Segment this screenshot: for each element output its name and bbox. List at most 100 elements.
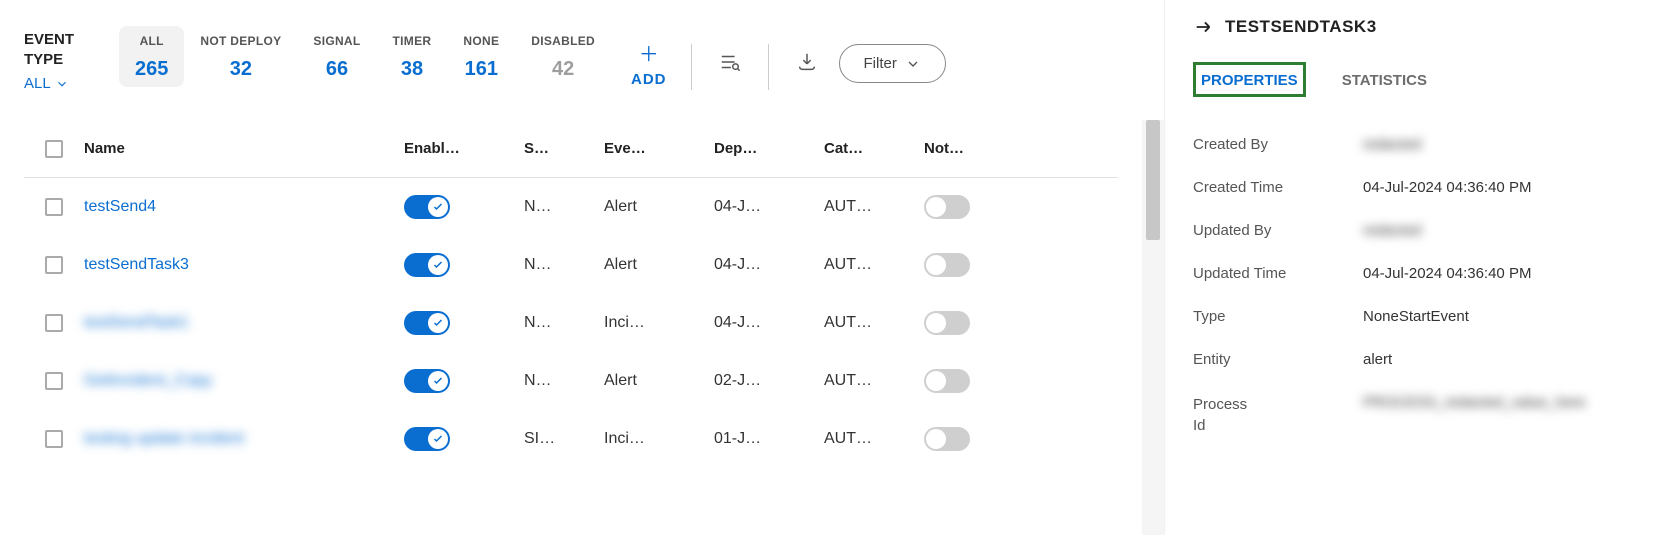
- counter-timer[interactable]: TIMER 38: [377, 26, 448, 87]
- filter-button[interactable]: Filter: [839, 44, 946, 83]
- details-title-row: TESTSENDTASK3: [1193, 16, 1643, 38]
- row-cat: AUT…: [824, 430, 924, 448]
- row-event: Alert: [604, 198, 714, 216]
- top-bar: EVENT TYPE ALL ALL 265 NOT DEPLOY 32 SIGNAL6…: [0, 0, 1164, 120]
- row-cat: AUT…: [824, 256, 924, 274]
- search-settings-icon[interactable]: [716, 48, 744, 76]
- tab-properties[interactable]: PROPERTIES: [1193, 62, 1306, 97]
- property-label: Type: [1193, 308, 1343, 325]
- property-value: NoneStartEvent: [1363, 308, 1469, 325]
- row-select-cell: [24, 314, 84, 332]
- main-area: EVENT TYPE ALL ALL 265 NOT DEPLOY 32 SIGNAL6…: [0, 0, 1165, 535]
- counter-all[interactable]: ALL 265: [119, 26, 184, 87]
- property-value: alert: [1363, 351, 1392, 368]
- event-type-all-text: ALL: [24, 75, 51, 92]
- enabled-toggle[interactable]: [404, 195, 450, 219]
- counter-value: 66: [313, 58, 360, 81]
- notify-toggle[interactable]: [924, 253, 970, 277]
- property-row: Entity alert: [1193, 338, 1643, 381]
- row-checkbox[interactable]: [45, 430, 63, 448]
- property-value: redacted: [1363, 222, 1421, 239]
- enabled-toggle[interactable]: [404, 311, 450, 335]
- row-name[interactable]: testing update incident: [84, 430, 404, 448]
- row-checkbox[interactable]: [45, 198, 63, 216]
- row-select-cell: [24, 256, 84, 274]
- add-button[interactable]: ＋ ADD: [631, 20, 667, 88]
- notify-toggle[interactable]: [924, 427, 970, 451]
- counter-disabled[interactable]: DISABLED 42: [515, 26, 611, 87]
- col-enabled[interactable]: Enabl…: [404, 140, 524, 157]
- counter-label: TIMER: [393, 34, 432, 48]
- counter-value: 32: [200, 58, 281, 81]
- row-s: N…: [524, 314, 604, 332]
- row-name[interactable]: testSendTask3: [84, 256, 404, 274]
- event-type-all-dropdown[interactable]: ALL: [24, 75, 119, 92]
- row-s: N…: [524, 256, 604, 274]
- event-type-label-2: TYPE: [24, 50, 119, 70]
- counter-label: DISABLED: [531, 34, 595, 48]
- property-label: Updated Time: [1193, 265, 1343, 282]
- enabled-toggle[interactable]: [404, 253, 450, 277]
- row-checkbox[interactable]: [45, 256, 63, 274]
- counter-signal[interactable]: SIGNAL66: [297, 26, 376, 87]
- counter-value: 42: [531, 58, 595, 81]
- property-row: Updated Byredacted: [1193, 209, 1643, 252]
- enabled-toggle[interactable]: [404, 427, 450, 451]
- col-notify[interactable]: Not…: [924, 140, 1034, 157]
- row-event: Alert: [604, 256, 714, 274]
- counter-value: 265: [135, 58, 168, 81]
- counter-value: 38: [393, 58, 432, 81]
- col-s[interactable]: S…: [524, 140, 604, 157]
- counter-label: ALL: [135, 34, 168, 48]
- property-label: Created By: [1193, 136, 1343, 153]
- property-label: Entity: [1193, 351, 1343, 368]
- details-tabs: PROPERTIES STATISTICS: [1193, 62, 1643, 97]
- row-select-cell: [24, 198, 84, 216]
- download-icon[interactable]: [793, 48, 821, 76]
- row-cat: AUT…: [824, 372, 924, 390]
- table-row: testSendTask3N…Alert04-J…AUT…: [24, 236, 1118, 294]
- event-type-counters: ALL 265 NOT DEPLOY 32 SIGNAL66 TIMER 38 NONE161…: [119, 20, 611, 87]
- row-checkbox[interactable]: [45, 314, 63, 332]
- row-notify: [924, 427, 1034, 451]
- arrow-right-icon: [1193, 16, 1215, 38]
- row-name[interactable]: testSendTask1: [84, 314, 404, 332]
- row-notify: [924, 253, 1034, 277]
- col-event[interactable]: Eve…: [604, 140, 714, 157]
- event-type-label-1: EVENT: [24, 30, 119, 50]
- tab-statistics[interactable]: STATISTICS: [1334, 62, 1435, 97]
- counter-not-deploy[interactable]: NOT DEPLOY 32: [184, 26, 297, 87]
- notify-toggle[interactable]: [924, 311, 970, 335]
- row-name[interactable]: testSend4: [84, 198, 404, 216]
- row-s: N…: [524, 198, 604, 216]
- notify-toggle[interactable]: [924, 195, 970, 219]
- row-enabled: [404, 195, 524, 219]
- row-notify: [924, 195, 1034, 219]
- scrollbar-thumb[interactable]: [1146, 120, 1160, 240]
- table-header: Name Enabl… S… Eve… Dep… Cat… Not…: [24, 120, 1118, 178]
- chevron-down-icon: [55, 77, 69, 91]
- notify-toggle[interactable]: [924, 369, 970, 393]
- col-deploy[interactable]: Dep…: [714, 140, 824, 157]
- property-row: Created Byredacted: [1193, 123, 1643, 166]
- col-cat[interactable]: Cat…: [824, 140, 924, 157]
- row-name[interactable]: GetIncident_Copy: [84, 372, 404, 390]
- row-enabled: [404, 369, 524, 393]
- enabled-toggle[interactable]: [404, 369, 450, 393]
- table-row: GetIncident_CopyN…Alert02-J…AUT…: [24, 352, 1118, 410]
- row-deploy: 02-J…: [714, 372, 824, 390]
- row-event: Alert: [604, 372, 714, 390]
- row-deploy: 01-J…: [714, 430, 824, 448]
- counter-none[interactable]: NONE161: [447, 26, 515, 87]
- property-value: PROCESS_redacted_value_here: [1363, 394, 1586, 436]
- separator: [768, 44, 769, 90]
- separator: [691, 44, 692, 90]
- row-checkbox[interactable]: [45, 372, 63, 390]
- counter-label: NOT DEPLOY: [200, 34, 281, 48]
- col-name[interactable]: Name: [84, 140, 404, 157]
- vertical-scrollbar[interactable]: [1142, 120, 1164, 535]
- select-all-checkbox[interactable]: [45, 140, 63, 158]
- event-type-filter: EVENT TYPE ALL: [24, 20, 119, 92]
- row-cat: AUT…: [824, 314, 924, 332]
- row-event: Inci…: [604, 314, 714, 332]
